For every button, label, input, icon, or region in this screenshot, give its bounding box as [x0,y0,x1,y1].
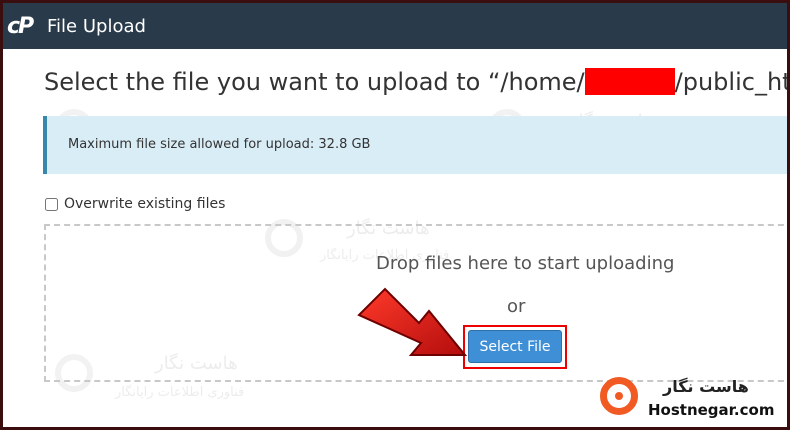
hostnegar-logo-icon [600,377,638,415]
hostnegar-brand: هاست نگار Hostnegar.com [593,368,783,419]
title-prefix: Select the file you want to upload to “/… [44,68,585,96]
page-title: Select the file you want to upload to “/… [44,68,787,96]
header-bar: cP File Upload [3,3,787,49]
redaction-box [584,68,675,95]
select-file-button[interactable]: Select File [468,330,562,363]
or-separator: or [507,296,526,317]
brand-name-persian: هاست نگار [663,377,749,396]
window-frame: cP File Upload هاست نگار فناوری اطلاعات … [3,3,787,427]
drop-instructions: Drop files here to start uploading [376,253,675,274]
page-header-title: File Upload [47,16,146,37]
hostnegar-logo-dot [615,392,623,400]
title-suffix: /public_html”. [674,68,787,96]
pointer-arrow-icon [357,287,468,356]
max-size-info-text: Maximum file size allowed for upload: 32… [68,137,371,152]
brand-name-english: Hostnegar.com [648,401,775,419]
overwrite-checkbox[interactable] [45,197,58,211]
cpanel-logo[interactable]: cP [7,14,34,39]
max-size-info-alert: Maximum file size allowed for upload: 32… [43,116,787,174]
overwrite-option[interactable]: Overwrite existing files [43,196,225,212]
overwrite-label: Overwrite existing files [64,196,226,212]
watermark-subtext: فناوری اطلاعات رایانگار [115,385,245,400]
